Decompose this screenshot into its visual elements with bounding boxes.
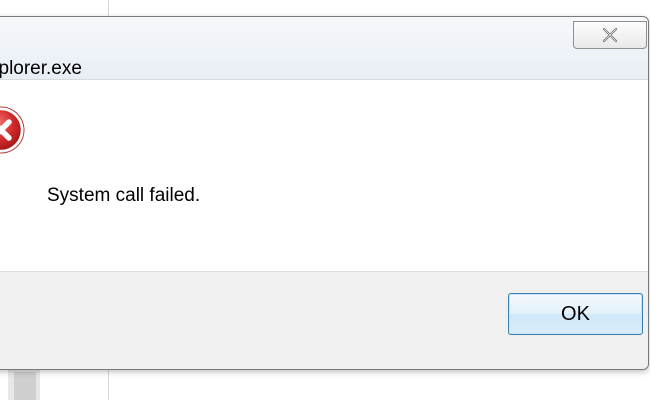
close-icon: [602, 27, 618, 43]
dialog-footer: OK: [0, 271, 648, 369]
dialog-content: System call failed.: [0, 79, 648, 272]
error-icon: [0, 106, 25, 154]
dialog-titlebar[interactable]: xplorer.exe: [0, 17, 648, 79]
ok-button[interactable]: OK: [508, 293, 643, 335]
error-message: System call failed.: [47, 185, 201, 206]
dialog-title: xplorer.exe: [0, 58, 82, 79]
background-scrollbar-thumb: [14, 372, 36, 400]
error-dialog: xplorer.exe System call failed. OK: [0, 16, 649, 370]
close-button[interactable]: [573, 21, 647, 49]
